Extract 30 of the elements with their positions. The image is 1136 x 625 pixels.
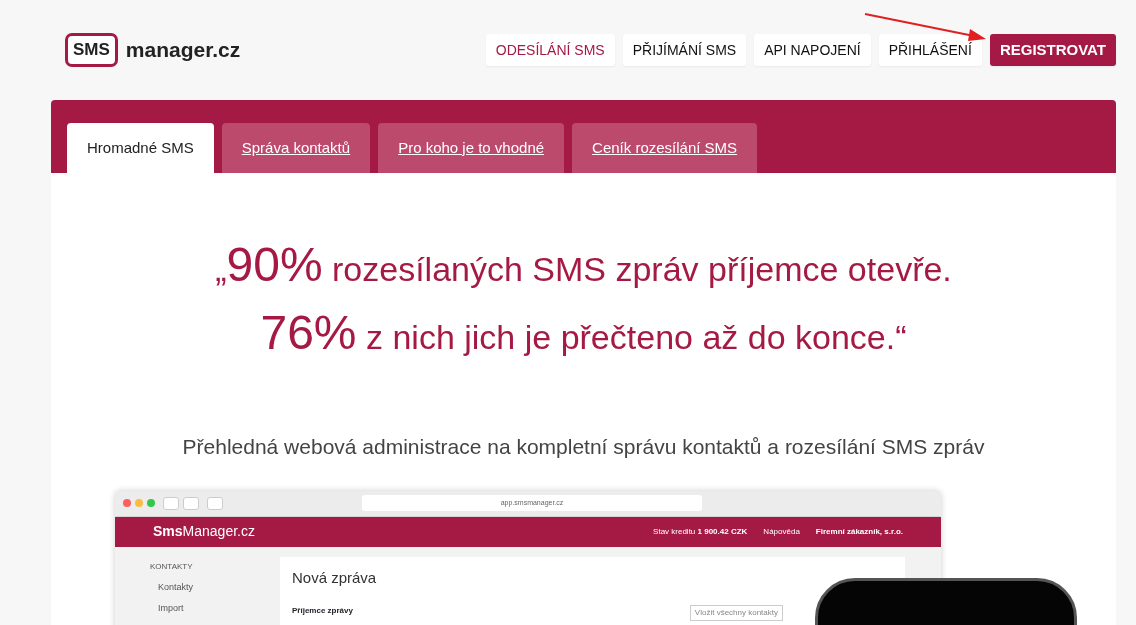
sidebar-button[interactable] (207, 496, 223, 510)
maximize-dot-icon (147, 499, 155, 507)
tab[interactable]: Pro koho je to vhodné (378, 123, 565, 173)
recipients-label: Příjemce zprávy (292, 605, 353, 617)
register-button[interactable]: REGISTROVAT (989, 33, 1116, 67)
subtitle: Přehledná webová administrace na kompletní správu kontaktů a rozesílání SMS zpráv (181, 434, 986, 460)
tab[interactable]: Hromadné SMS (67, 123, 214, 173)
sidebar-item[interactable]: Import (158, 602, 280, 616)
help-link[interactable]: Nápověda (763, 525, 800, 538)
nav-link[interactable]: PŘIHLÁŠENÍ (878, 33, 982, 67)
sidebar-item[interactable]: Kontakty (158, 580, 280, 594)
quote-line: 76% z nich jich je přečteno až do konce.“ (259, 305, 908, 361)
tab[interactable]: Správa kontaktů (221, 123, 371, 173)
logo-badge: SMS (65, 33, 118, 67)
credit-text: Stav kreditu 1 900.42 CZK (653, 525, 748, 538)
close-dot-icon (123, 499, 131, 507)
minimize-dot-icon (135, 499, 143, 507)
tab[interactable]: Ceník rozesílání SMS (572, 123, 758, 173)
account-menu[interactable]: Firemní zákazník, s.r.o. (815, 525, 903, 538)
sidebar-heading: KONTAKTY (150, 560, 194, 573)
card-title: Nová zpráva (292, 567, 378, 588)
app-brand: SmsManager.cz (153, 522, 255, 541)
back-button[interactable] (163, 496, 179, 510)
nav-link[interactable]: ODESÍLÁNÍ SMS (485, 33, 615, 67)
quote-line: „90% rozesílaných SMS zpráv příjemce otevře. (214, 237, 953, 293)
nav-link[interactable]: PŘIJÍMÁNÍ SMS (622, 33, 747, 67)
nav-link[interactable]: API NAPOJENÍ (754, 33, 871, 67)
insert-all-button[interactable]: Vložit všechny kontakty (689, 605, 783, 621)
forward-button[interactable] (183, 496, 199, 510)
logo-text: manager.cz (125, 37, 241, 64)
